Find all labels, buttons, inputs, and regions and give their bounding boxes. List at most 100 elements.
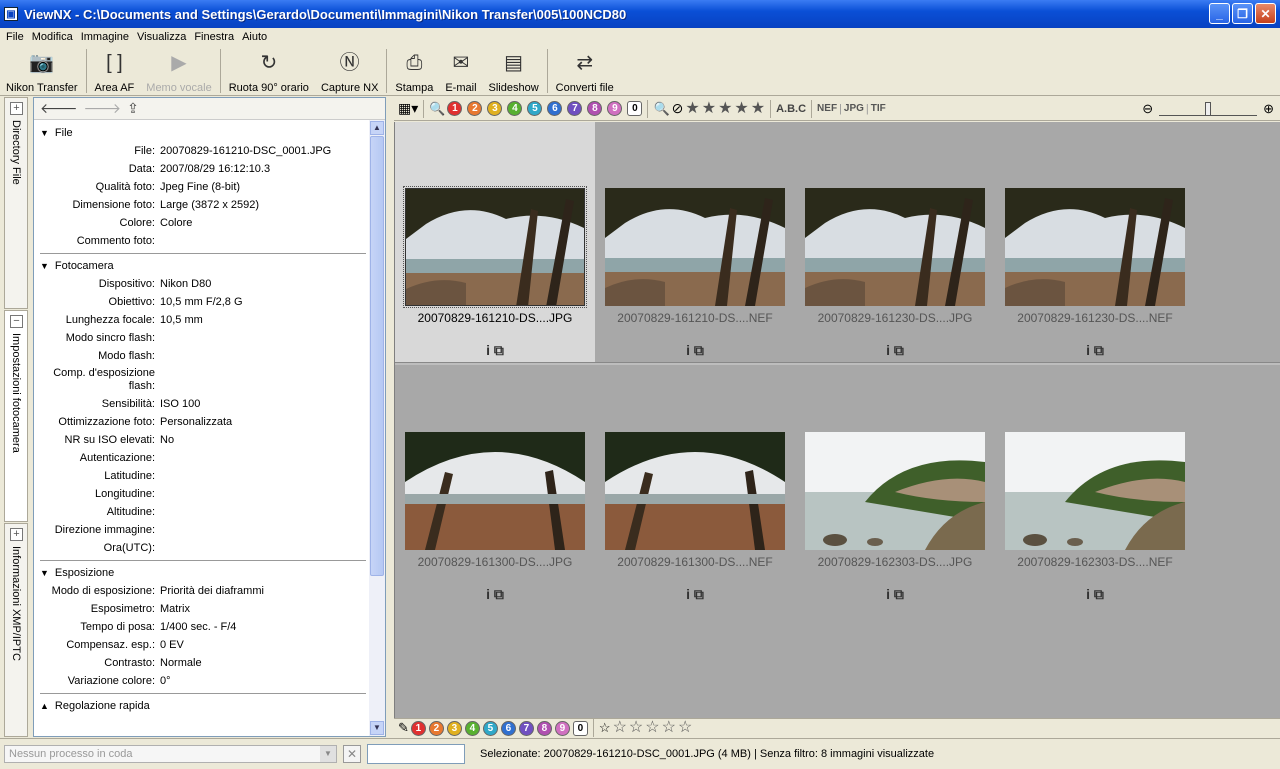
cancel-queue-button[interactable]: ✕ (343, 745, 361, 763)
menu-finestra[interactable]: Finestra (190, 31, 238, 43)
grid-view-icon[interactable]: ▦▾ (398, 100, 418, 117)
thumbnail-cell[interactable]: 20070829-161230-DS....NEF i ⧉ (995, 122, 1195, 362)
set-label-6[interactable]: 6 (500, 720, 516, 736)
thumbnail-cell[interactable]: 20070829-161300-DS....NEF i ⧉ (595, 366, 795, 606)
compare-icon[interactable]: ⧉ (894, 586, 904, 602)
info-icon[interactable]: i (886, 586, 890, 602)
thumbnail-cell[interactable]: 20070829-161210-DS....JPG i ⧉ (395, 122, 595, 362)
star-5-icon[interactable]: ★ (751, 100, 765, 117)
compare-icon[interactable]: ⧉ (494, 586, 504, 602)
compare-icon[interactable]: ⧉ (494, 342, 504, 358)
tab-directory-file[interactable]: + Directory File (4, 97, 28, 309)
info-icon[interactable]: i (886, 342, 890, 358)
set-label-2[interactable]: 2 (428, 720, 444, 736)
scroll-thumb[interactable] (370, 136, 384, 576)
expand-icon[interactable]: + (10, 102, 23, 115)
collapse-icon[interactable]: − (10, 315, 23, 328)
convert-button[interactable]: ⇄ Converti file (550, 46, 620, 94)
filter-label-8[interactable]: 8 (587, 101, 603, 116)
zoom-out-icon[interactable]: ⊖ (1142, 101, 1153, 117)
filter-label-5[interactable]: 5 (527, 101, 543, 116)
slideshow-button[interactable]: ▤ Slideshow (483, 46, 545, 94)
rotate-button[interactable]: ↻ Ruota 90° orario (223, 46, 315, 94)
info-icon[interactable]: i (686, 342, 690, 358)
tab-informazioni-xmp[interactable]: + Informazioni XMP/IPTC (4, 523, 28, 737)
info-icon[interactable]: i (1086, 342, 1090, 358)
star-2-icon[interactable]: ★ (702, 100, 716, 117)
compare-icon[interactable]: ⧉ (694, 586, 704, 602)
back-icon[interactable]: 🡐 (40, 100, 78, 117)
thumbnail-cell[interactable]: 20070829-161300-DS....JPG i ⧉ (395, 366, 595, 606)
set-label-5[interactable]: 5 (482, 720, 498, 736)
star-3-icon[interactable]: ★ (718, 100, 732, 117)
set-label-4[interactable]: 4 (464, 720, 480, 736)
set-label-8[interactable]: 8 (536, 720, 552, 736)
rating-filter-icon[interactable]: 🔍 (653, 101, 669, 117)
compare-icon[interactable]: ⧉ (1094, 586, 1104, 602)
zoom-slider[interactable] (1159, 101, 1258, 116)
thumbnail-image[interactable] (405, 432, 585, 550)
scroll-up-icon[interactable]: ▲ (370, 121, 384, 135)
thumbnail-image[interactable] (805, 188, 985, 306)
rating-tag-icon[interactable]: ☆ (599, 720, 611, 736)
rate-star-5-icon[interactable]: ☆ (678, 720, 692, 736)
set-label-1[interactable]: 1 (410, 720, 426, 736)
info-icon[interactable]: i (1086, 586, 1090, 602)
nikon-transfer-button[interactable]: 📷 Nikon Transfer (0, 46, 84, 94)
print-button[interactable]: ⎙ Stampa (389, 46, 439, 94)
compare-icon[interactable]: ⧉ (1094, 342, 1104, 358)
filter-label-7[interactable]: 7 (567, 101, 583, 116)
menu-file[interactable]: File (2, 31, 28, 43)
thumbnail-image[interactable] (605, 432, 785, 550)
close-button[interactable]: ✕ (1255, 3, 1276, 24)
email-button[interactable]: ✉ E-mail (439, 46, 482, 94)
expand-icon[interactable]: + (10, 528, 23, 541)
process-queue-select[interactable]: Nessun processo in coda ▼ (4, 745, 337, 763)
set-label-3[interactable]: 3 (446, 720, 462, 736)
star-1-icon[interactable]: ★ (685, 100, 699, 117)
export-icon[interactable]: ⇪ (127, 100, 139, 117)
filter-nef[interactable]: NEF (817, 103, 837, 114)
thumbnail-image[interactable] (1005, 432, 1185, 550)
info-icon[interactable]: i (486, 586, 490, 602)
section-esposizione[interactable]: Esposizione (34, 564, 370, 582)
menu-aiuto[interactable]: Aiuto (238, 31, 271, 43)
thumbnail-image[interactable] (805, 432, 985, 550)
set-label-0[interactable]: 0 (572, 720, 588, 736)
filter-tif[interactable]: TIF (871, 103, 886, 114)
menu-immagine[interactable]: Immagine (77, 31, 133, 43)
minimize-button[interactable]: _ (1209, 3, 1230, 24)
filter-label-4[interactable]: 4 (507, 101, 523, 116)
section-regolazione-rapida[interactable]: Regolazione rapida (34, 697, 370, 715)
metadata-scrollbar[interactable]: ▲ ▼ (369, 120, 385, 736)
rate-star-1-icon[interactable]: ☆ (613, 720, 627, 736)
thumbnail-cell[interactable]: 20070829-161230-DS....JPG i ⧉ (795, 122, 995, 362)
filter-label-9[interactable]: 9 (607, 101, 623, 116)
label-tag-icon[interactable]: ✎ (398, 720, 409, 736)
rate-star-2-icon[interactable]: ☆ (629, 720, 643, 736)
compare-icon[interactable]: ⧉ (694, 342, 704, 358)
filter-label-1[interactable]: 1 (447, 101, 463, 116)
area-af-button[interactable]: [ ] Area AF (89, 46, 141, 94)
thumbnail-cell[interactable]: 20070829-161210-DS....NEF i ⧉ (595, 122, 795, 362)
thumbnail-cell[interactable]: 20070829-162303-DS....NEF i ⧉ (995, 366, 1195, 606)
thumbnail-image[interactable] (1005, 188, 1185, 306)
filter-label-3[interactable]: 3 (487, 101, 503, 116)
section-fotocamera[interactable]: Fotocamera (34, 257, 370, 275)
thumbnail-image[interactable] (403, 186, 587, 308)
restore-button[interactable]: ❐ (1232, 3, 1253, 24)
compare-icon[interactable]: ⧉ (894, 342, 904, 358)
tab-impostazioni-fotocamera[interactable]: − Impostazioni fotocamera (4, 310, 28, 522)
set-label-9[interactable]: 9 (554, 720, 570, 736)
no-rating-icon[interactable]: ⊘ (672, 100, 684, 117)
thumbnail-image[interactable] (605, 188, 785, 306)
memo-vocale-button[interactable]: ▶ Memo vocale (140, 46, 217, 94)
set-label-7[interactable]: 7 (518, 720, 534, 736)
forward-icon[interactable]: 🡒 (84, 100, 122, 117)
scroll-down-icon[interactable]: ▼ (370, 721, 384, 735)
rate-star-4-icon[interactable]: ☆ (662, 720, 676, 736)
filter-label-0[interactable]: 0 (627, 101, 643, 116)
filter-label-2[interactable]: 2 (467, 101, 483, 116)
capture-nx-button[interactable]: Ⓝ Capture NX (315, 46, 384, 94)
label-filter-icon[interactable]: 🔍 (429, 101, 445, 117)
